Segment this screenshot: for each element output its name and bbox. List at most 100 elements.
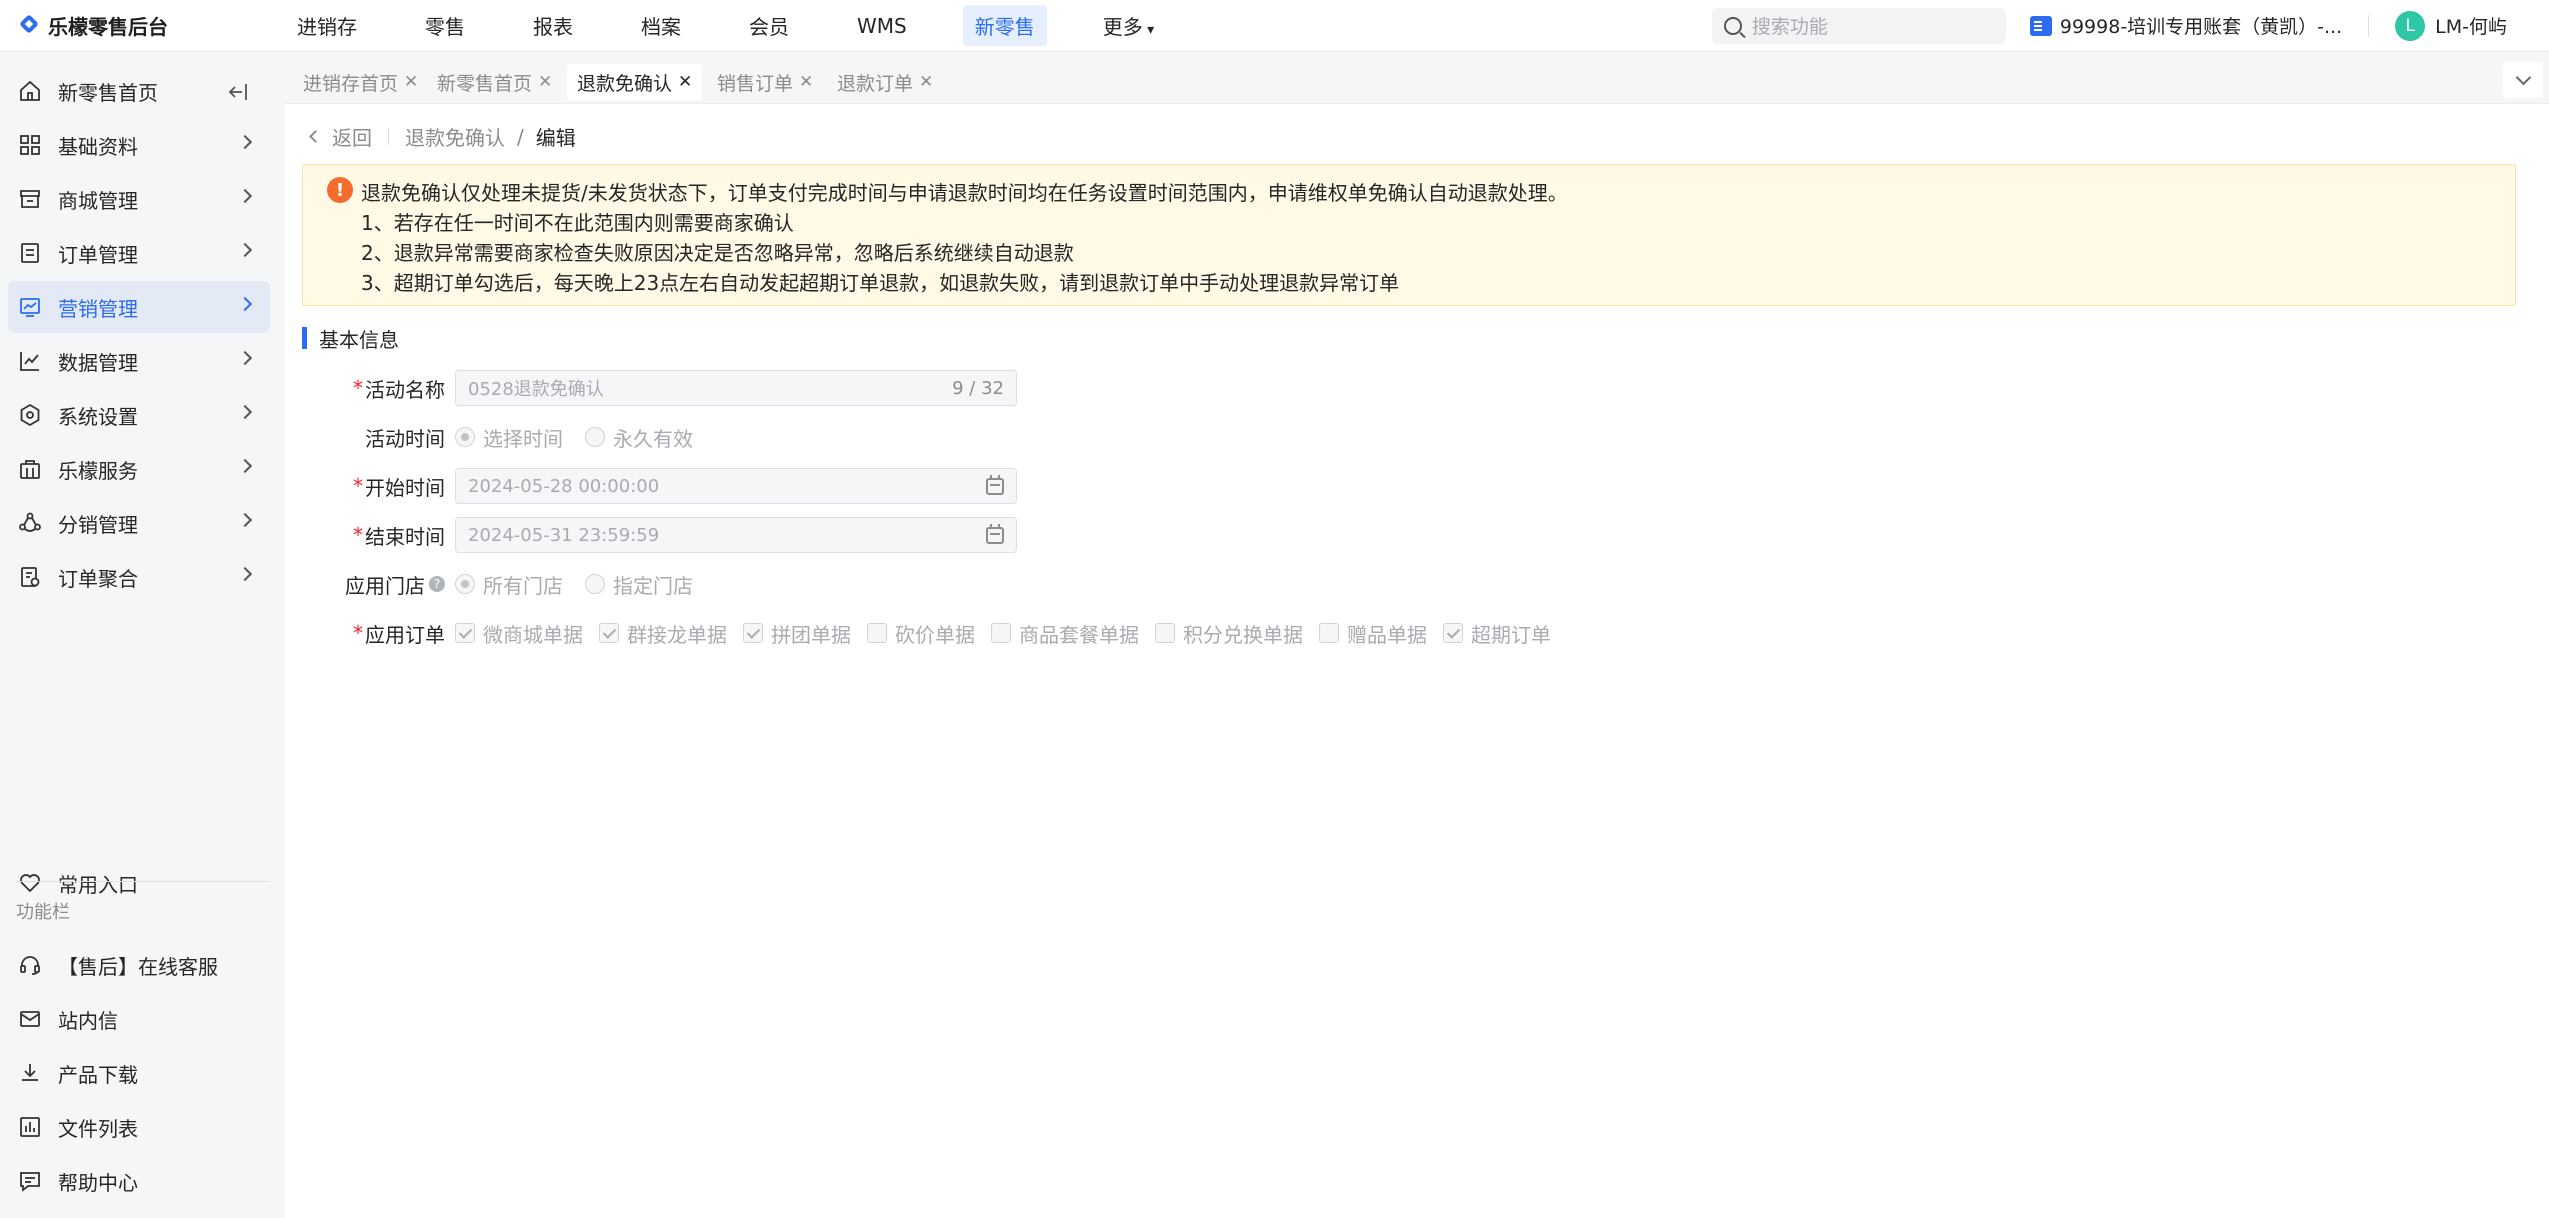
sidebar-item-settings[interactable]: 系统设置 <box>8 389 270 441</box>
field-label: * 开始时间 <box>285 472 455 501</box>
radio-select-time[interactable]: 选择时间 <box>455 423 563 452</box>
breadcrumb-parent[interactable]: 退款免确认 <box>405 122 505 151</box>
sidebar-item-data[interactable]: 数据管理 <box>8 335 270 387</box>
back-link[interactable]: 返回 <box>332 122 372 151</box>
activity-time-label: 活动时间 <box>365 426 445 451</box>
tab-new-retail-home[interactable]: 新零售首页 ✕ <box>427 64 562 100</box>
sidebar-item-new-retail-home[interactable]: 新零售首页 <box>8 65 270 117</box>
checkbox-bargain[interactable]: 砍价单据 <box>867 619 975 648</box>
avatar: L <box>2395 10 2426 41</box>
user-menu[interactable]: L LM-何屿 <box>2395 10 2507 41</box>
headset-icon <box>18 953 42 977</box>
close-icon[interactable]: ✕ <box>538 72 552 92</box>
topnav-item-more[interactable]: 更多 <box>1091 5 1166 46</box>
order-icon <box>18 241 42 265</box>
topnav-item-reports[interactable]: 报表 <box>521 5 585 46</box>
checkbox-box <box>1443 623 1463 643</box>
collapse-sidebar-icon[interactable] <box>226 80 250 104</box>
activity-name-label: 活动名称 <box>365 377 445 402</box>
tab-refund-orders[interactable]: 退款订单 ✕ <box>827 64 943 100</box>
tool-file-list[interactable]: 文件列表 <box>8 1101 270 1153</box>
sidebar-item-mall[interactable]: 商城管理 <box>8 173 270 225</box>
search-input[interactable]: 搜索功能 <box>1711 7 2006 44</box>
radio-specific-stores[interactable]: 指定门店 <box>585 570 693 599</box>
option-label: 群接龙单据 <box>627 622 727 647</box>
checkbox-group-buy[interactable]: 拼团单据 <box>743 619 851 648</box>
checkbox-group-chain[interactable]: 群接龙单据 <box>599 619 727 648</box>
mail-icon <box>18 1007 42 1031</box>
service-icon <box>18 457 42 481</box>
brand-logo[interactable]: 乐檬零售后台 <box>0 11 285 40</box>
close-icon[interactable]: ✕ <box>404 72 418 92</box>
topbar-divider <box>2368 14 2370 37</box>
notice-line: 2、退款异常需要商家检查失败原因决定是否忽略异常，忽略后系统继续自动退款 <box>361 241 1074 265</box>
tool-online-support[interactable]: 【售后】在线客服 <box>8 939 270 991</box>
end-time-label: 结束时间 <box>365 524 445 549</box>
tool-label: 产品下载 <box>58 1062 138 1087</box>
chevron-right-icon <box>237 458 253 474</box>
start-time-picker[interactable]: 2024-05-28 00:00:00 <box>455 468 1017 504</box>
account-switcher[interactable]: 99998-培训专用账套（黄凯）-... <box>2029 12 2342 39</box>
checkbox-points-exchange[interactable]: 积分兑换单据 <box>1155 619 1303 648</box>
sidebar-item-distribution[interactable]: 分销管理 <box>8 497 270 549</box>
topnav-item-inventory[interactable]: 进销存 <box>285 5 369 46</box>
sidebar-item-marketing[interactable]: 营销管理 <box>8 281 270 333</box>
tab-sales-orders[interactable]: 销售订单 ✕ <box>707 64 823 100</box>
tab-inventory-home[interactable]: 进销存首页 ✕ <box>293 64 428 100</box>
option-label: 微商城单据 <box>483 622 583 647</box>
sidebar-item-label: 基础资料 <box>58 134 138 159</box>
sidebar-item-label: 订单聚合 <box>58 566 138 591</box>
end-time-picker[interactable]: 2024-05-31 23:59:59 <box>455 517 1017 553</box>
sidebar-item-label: 乐檬服务 <box>58 458 138 483</box>
checkbox-weimall[interactable]: 微商城单据 <box>455 619 583 648</box>
option-label: 指定门店 <box>613 573 693 598</box>
chevron-right-icon <box>237 350 253 366</box>
notice-line: 3、超期订单勾选后，每天晚上23点左右自动发起超期订单退款，如退款失败，请到退款… <box>361 271 1400 295</box>
breadcrumb-separator: / <box>517 124 524 149</box>
tool-label: 站内信 <box>58 1008 118 1033</box>
char-counter: 9 / 32 <box>952 377 1004 399</box>
start-time-label: 开始时间 <box>365 475 445 500</box>
sidebar-item-lemon-service[interactable]: 乐檬服务 <box>8 443 270 495</box>
sidebar-item-orders[interactable]: 订单管理 <box>8 227 270 279</box>
top-nav: 进销存 零售 报表 档案 会员 WMS 新零售 更多 <box>285 5 1210 46</box>
topnav-item-archives[interactable]: 档案 <box>629 5 693 46</box>
tabs-dropdown-button[interactable] <box>2503 62 2543 98</box>
brand-logo-icon <box>18 15 40 37</box>
required-mark: * <box>353 474 363 498</box>
option-label: 所有门店 <box>483 573 563 598</box>
option-label: 商品套餐单据 <box>1019 622 1139 647</box>
sidebar-item-basic-data[interactable]: 基础资料 <box>8 119 270 171</box>
close-icon[interactable]: ✕ <box>678 72 692 92</box>
question-icon[interactable]: ? <box>429 576 445 592</box>
checkbox-overdue[interactable]: 超期订单 <box>1443 619 1551 648</box>
checkbox-box <box>599 623 619 643</box>
activity-name-input[interactable]: 0528退款免确认 9 / 32 <box>455 370 1017 406</box>
radio-permanent[interactable]: 永久有效 <box>585 423 693 452</box>
topnav-item-new-retail[interactable]: 新零售 <box>962 5 1047 46</box>
topnav-item-wms[interactable]: WMS <box>845 8 919 44</box>
topnav-item-retail[interactable]: 零售 <box>413 5 477 46</box>
checkbox-product-bundle[interactable]: 商品套餐单据 <box>991 619 1139 648</box>
radio-circle <box>455 574 475 594</box>
sidebar-item-label: 营销管理 <box>58 296 138 321</box>
checkbox-box <box>743 623 763 643</box>
building-icon <box>2029 15 2052 36</box>
topnav-item-members[interactable]: 会员 <box>737 5 801 46</box>
tool-download[interactable]: 产品下载 <box>8 1047 270 1099</box>
checkbox-gift[interactable]: 赠品单据 <box>1319 619 1427 648</box>
close-icon[interactable]: ✕ <box>799 72 813 92</box>
tool-inbox[interactable]: 站内信 <box>8 993 270 1045</box>
close-icon[interactable]: ✕ <box>919 72 933 92</box>
notice-line: 1、若存在任一时间不在此范围内则需要商家确认 <box>361 211 794 235</box>
sidebar-item-order-aggregate[interactable]: 订单聚合 <box>8 551 270 603</box>
form-row-start-time: * 开始时间 2024-05-28 00:00:00 <box>285 468 1017 504</box>
radio-all-stores[interactable]: 所有门店 <box>455 570 563 599</box>
tab-refund-no-confirm[interactable]: 退款免确认 ✕ <box>567 64 703 100</box>
option-label: 选择时间 <box>483 426 563 451</box>
tool-help-center[interactable]: 帮助中心 <box>8 1155 270 1207</box>
sidebar-item-label: 商城管理 <box>58 188 138 213</box>
distribution-icon <box>18 511 42 535</box>
file-list-icon <box>18 1115 42 1139</box>
store-icon <box>18 187 42 211</box>
